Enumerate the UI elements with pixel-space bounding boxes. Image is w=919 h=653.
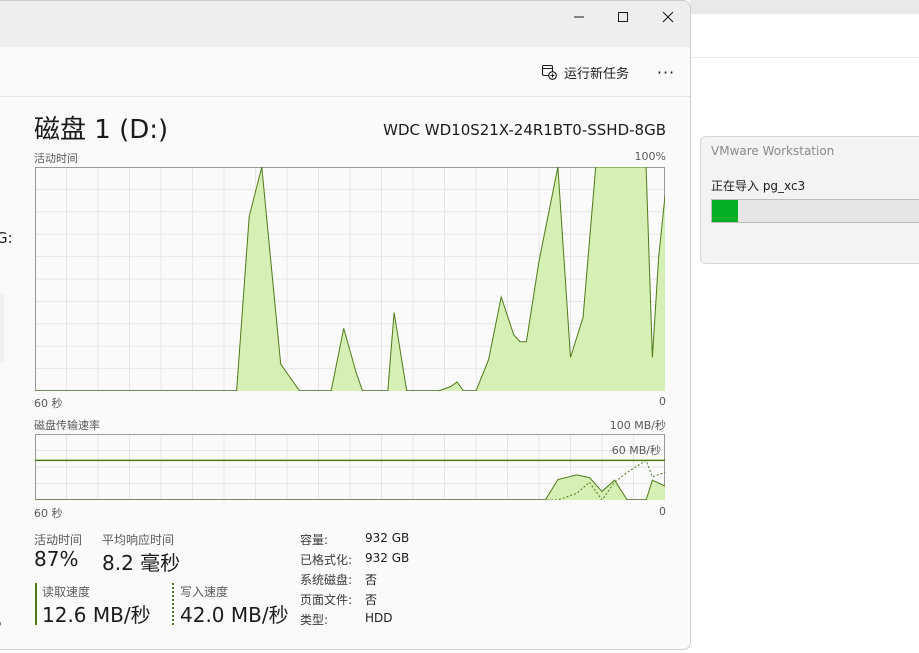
capacity-value: 932 GB: [365, 531, 410, 545]
close-icon: [662, 11, 674, 23]
vmware-progress-bar: [711, 199, 919, 223]
maximize-icon: [618, 12, 628, 22]
active-time-chart: [35, 167, 665, 391]
background-topbar: [690, 0, 919, 14]
page-file-key: 页面文件:: [300, 593, 353, 607]
transfer-x-label: 60 秒: [34, 507, 63, 520]
more-options-icon: ···: [656, 62, 676, 82]
active-time-stat-value: 87%: [34, 547, 79, 571]
toolbar: 运行新任务 ···: [0, 47, 690, 97]
page-file-value: 否: [365, 593, 378, 607]
maximize-button[interactable]: [607, 6, 639, 28]
close-button[interactable]: [652, 6, 684, 28]
active-time-stat-label: 活动时间: [34, 533, 83, 547]
active-time-max-label: 100%: [634, 150, 666, 163]
sidebar-panel-fragment[interactable]: [0, 293, 4, 363]
capacity-key: 容量:: [300, 533, 329, 547]
formatted-key: 已格式化:: [300, 553, 353, 567]
sidebar-bottom-text: P: [0, 619, 1, 633]
background-window: [690, 0, 919, 653]
more-options-button[interactable]: ···: [655, 61, 677, 83]
write-speed-value: 42.0 MB/秒: [180, 603, 289, 627]
system-disk-key: 系统磁盘:: [300, 573, 353, 587]
avg-response-value: 8.2 毫秒: [102, 551, 181, 575]
sidebar-cut-text: G:: [0, 229, 13, 247]
read-speed-label: 读取速度: [42, 585, 91, 599]
system-disk-value: 否: [365, 573, 378, 587]
new-task-icon: [541, 64, 557, 80]
transfer-min-label: 0: [659, 505, 666, 518]
background-divider: [690, 57, 919, 58]
read-speed-value: 12.6 MB/秒: [42, 603, 151, 627]
write-speed-marker: [172, 583, 174, 625]
vmware-progress-fill: [712, 200, 739, 222]
minimize-button[interactable]: [563, 6, 595, 28]
transfer-ref-label: 60 MB/秒: [611, 444, 661, 457]
transfer-chart-label: 磁盘传输速率: [34, 419, 100, 432]
vmware-import-dialog: VMware Workstation 正在导入 pg_xc3: [700, 136, 919, 264]
active-time-chart-label: 活动时间: [34, 152, 78, 165]
avg-response-label: 平均响应时间: [102, 533, 175, 547]
transfer-max-label: 100 MB/秒: [609, 419, 666, 432]
active-time-x-label: 60 秒: [34, 397, 63, 410]
active-time-min-label: 0: [659, 395, 666, 408]
minimize-icon: [574, 16, 584, 18]
run-new-task-button[interactable]: 运行新任务: [541, 61, 629, 83]
task-manager-window: 运行新任务 ··· G: P 磁盘 1 (D:) WDC WD10S21X-24…: [0, 0, 691, 650]
title-bar: [0, 1, 690, 47]
run-new-task-label: 运行新任务: [564, 66, 630, 82]
type-value: HDD: [365, 611, 393, 625]
read-speed-marker: [35, 583, 37, 625]
formatted-value: 932 GB: [365, 551, 410, 565]
disk-model: WDC WD10S21X-24R1BT0-SSHD-8GB: [383, 121, 666, 139]
disk-title: 磁盘 1 (D:): [34, 115, 169, 145]
type-key: 类型:: [300, 613, 329, 627]
write-speed-label: 写入速度: [180, 585, 229, 599]
vmware-import-status: 正在导入 pg_xc3: [711, 179, 806, 193]
vmware-dialog-title: VMware Workstation: [711, 144, 835, 158]
